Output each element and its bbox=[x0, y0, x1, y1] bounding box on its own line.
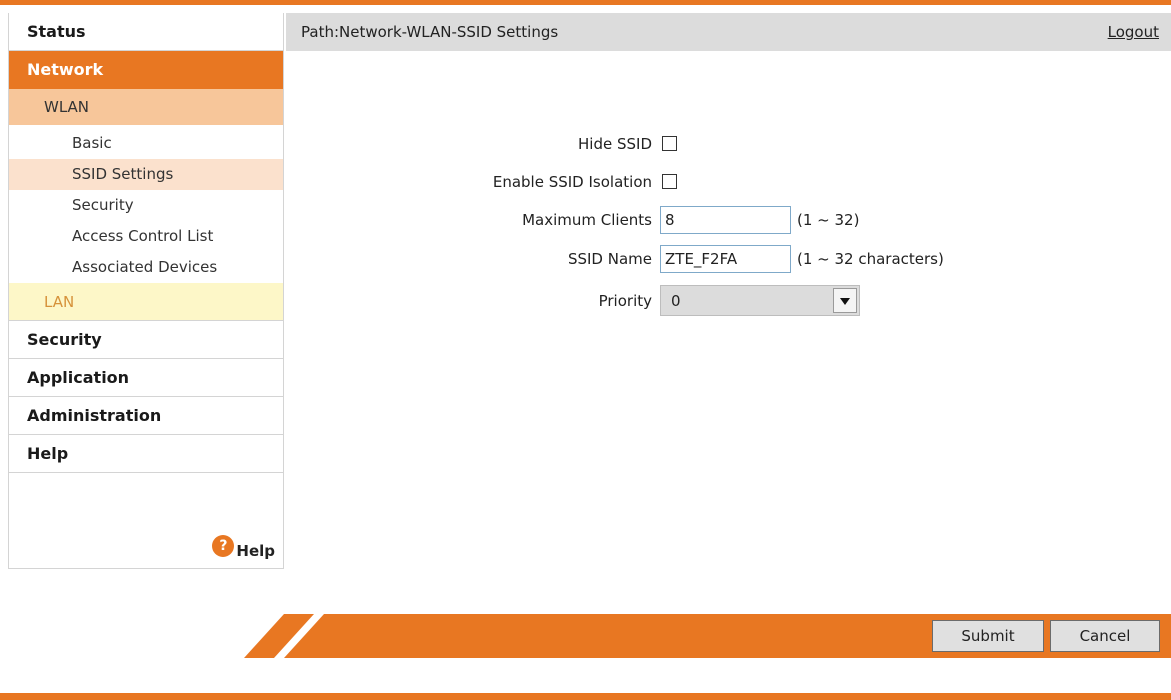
help-link[interactable]: ? Help bbox=[212, 532, 275, 560]
nav-item-security[interactable]: Security bbox=[9, 190, 283, 221]
breadcrumb: Path:Network-WLAN-SSID Settings bbox=[301, 23, 559, 41]
priority-select-value: 0 bbox=[671, 292, 681, 310]
isolation-label: Enable SSID Isolation bbox=[492, 173, 652, 191]
chevron-down-icon[interactable] bbox=[833, 288, 857, 313]
priority-select[interactable]: 0 bbox=[660, 285, 860, 316]
ssid-name-input[interactable] bbox=[660, 245, 791, 273]
nav-security[interactable]: Security bbox=[9, 321, 283, 359]
nav-administration[interactable]: Administration bbox=[9, 397, 283, 435]
nav-status[interactable]: Status bbox=[9, 13, 283, 51]
hide-ssid-row: Hide SSID bbox=[300, 130, 652, 158]
top-accent-bar bbox=[0, 0, 1171, 5]
priority-row: Priority bbox=[300, 287, 652, 315]
help-link-label: Help bbox=[236, 542, 275, 560]
isolation-row: Enable SSID Isolation bbox=[300, 168, 652, 196]
nav-help[interactable]: Help bbox=[9, 435, 283, 473]
nav-item-access-control-list[interactable]: Access Control List bbox=[9, 221, 283, 252]
nav-application[interactable]: Application bbox=[9, 359, 283, 397]
nav-item-associated-devices[interactable]: Associated Devices bbox=[9, 252, 283, 283]
nav-wlan[interactable]: WLAN bbox=[9, 89, 283, 125]
max-clients-hint: (1 ~ 32) bbox=[797, 211, 860, 229]
nav-item-basic[interactable]: Basic bbox=[9, 128, 283, 159]
logout-link[interactable]: Logout bbox=[1108, 13, 1159, 51]
max-clients-label: Maximum Clients bbox=[522, 211, 652, 229]
hide-ssid-label: Hide SSID bbox=[578, 135, 652, 153]
header-bar: Path:Network-WLAN-SSID Settings Logout bbox=[286, 13, 1171, 51]
max-clients-row: Maximum Clients bbox=[300, 206, 652, 234]
nav-lan[interactable]: LAN bbox=[9, 283, 283, 321]
ssid-name-row: SSID Name bbox=[300, 245, 652, 273]
submit-button[interactable]: Submit bbox=[932, 620, 1044, 652]
isolation-checkbox[interactable] bbox=[662, 174, 677, 189]
help-icon: ? bbox=[212, 535, 235, 557]
sidebar: Status Network WLAN Basic SSID Settings … bbox=[8, 13, 284, 569]
priority-label: Priority bbox=[598, 292, 652, 310]
nav-network[interactable]: Network bbox=[9, 51, 283, 89]
ssid-name-hint: (1 ~ 32 characters) bbox=[797, 250, 944, 268]
bottom-accent-bar bbox=[0, 693, 1171, 700]
ssid-name-label: SSID Name bbox=[567, 250, 652, 268]
max-clients-input[interactable] bbox=[660, 206, 791, 234]
nav-item-ssid-settings[interactable]: SSID Settings bbox=[9, 159, 283, 190]
hide-ssid-checkbox[interactable] bbox=[662, 136, 677, 151]
cancel-button[interactable]: Cancel bbox=[1050, 620, 1160, 652]
